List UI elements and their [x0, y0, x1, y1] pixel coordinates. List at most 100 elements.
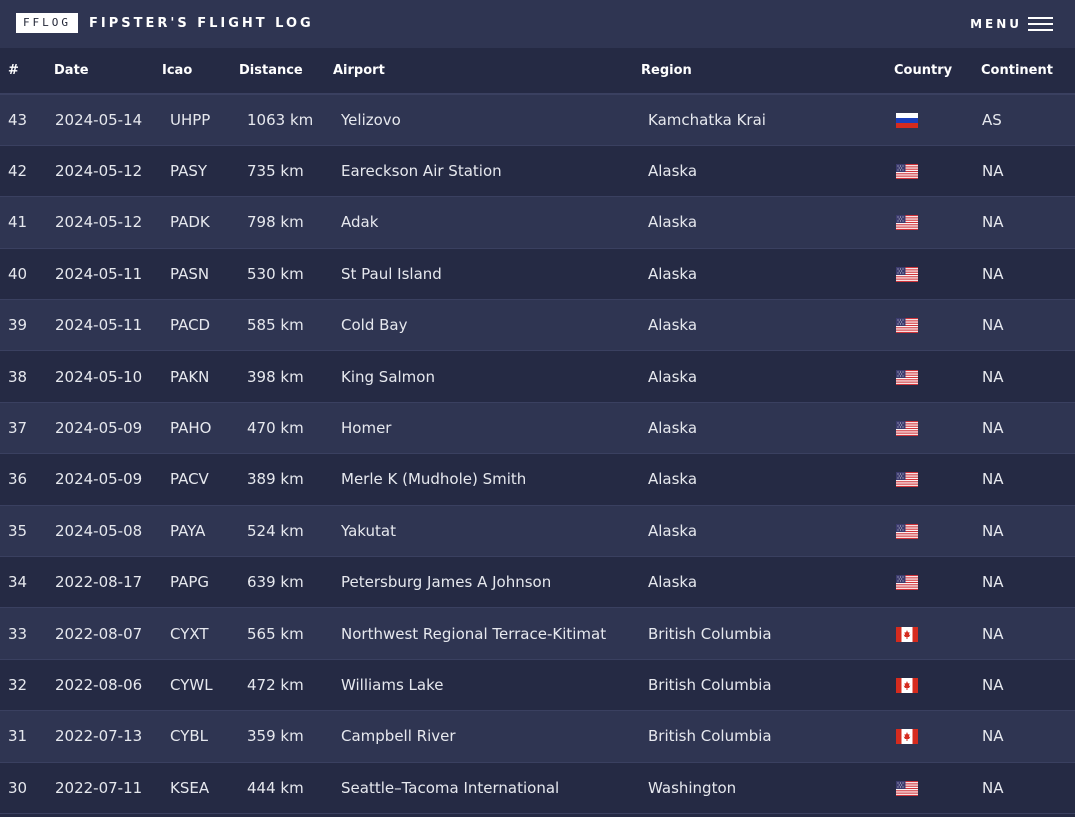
table-row[interactable]: 41 2024-05-12 PADK 798 km Adak Alaska NA: [0, 196, 1075, 249]
cell-num: 35: [0, 505, 47, 558]
table-row[interactable]: 32 2022-08-06 CYWL 472 km Williams Lake Briti…: [0, 659, 1075, 712]
cell-date: 2024-05-11: [47, 248, 162, 301]
cell-region: Kamchatka Krai: [641, 94, 894, 146]
cell-airport: Seattle–Tacoma International: [333, 762, 641, 814]
cell-num: 43: [0, 94, 47, 146]
cell-country: [894, 556, 981, 609]
cell-icao: PACD: [162, 299, 239, 352]
cell-icao: CYBL: [162, 710, 239, 763]
cell-date: 2024-05-11: [47, 299, 162, 352]
header-col-date[interactable]: Date: [47, 48, 162, 95]
cell-distance: 470 km: [239, 402, 333, 455]
cell-airport: Adak: [333, 196, 641, 249]
cell-country: [894, 659, 981, 712]
cell-region: British Columbia: [641, 710, 894, 763]
russia-flag-icon: [896, 112, 918, 128]
cell-icao: CYWL: [162, 659, 239, 712]
cell-distance: 565 km: [239, 607, 333, 660]
usa-flag-icon: [896, 780, 918, 796]
cell-country: [894, 505, 981, 558]
table-row[interactable]: 35 2024-05-08 PAYA 524 km Yakutat Alaska NA: [0, 505, 1075, 558]
usa-flag-icon: [896, 318, 918, 334]
top-navbar: FFLOG FIPSTER'S FLIGHT LOG MENU: [0, 0, 1075, 48]
table-row[interactable]: 34 2022-08-17 PAPG 639 km Petersburg James A…: [0, 556, 1075, 609]
cell-country: [894, 350, 981, 403]
cell-date: 2024-05-09: [47, 402, 162, 455]
cell-region: Alaska: [641, 145, 894, 198]
cell-distance: 798 km: [239, 196, 333, 249]
cell-date: 2022-08-06: [47, 659, 162, 712]
cell-distance: 444 km: [239, 762, 333, 814]
cell-distance: 359 km: [239, 710, 333, 763]
usa-flag-icon: [896, 215, 918, 231]
usa-flag-icon: [896, 369, 918, 385]
cell-airport: Eareckson Air Station: [333, 145, 641, 198]
cell-region: Alaska: [641, 402, 894, 455]
cell-icao: PASN: [162, 248, 239, 301]
table-body: 43 2024-05-14 UHPP 1063 km Yelizovo Kamchatka…: [0, 94, 1075, 814]
cell-continent: NA: [981, 762, 1075, 814]
cell-continent: NA: [981, 710, 1075, 763]
table-row[interactable]: 38 2024-05-10 PAKN 398 km King Salmon Alaska N…: [0, 350, 1075, 403]
header-col-airport[interactable]: Airport: [333, 48, 641, 95]
table-row[interactable]: 39 2024-05-11 PACD 585 km Cold Bay Alaska NA: [0, 299, 1075, 352]
cell-icao: PAYA: [162, 505, 239, 558]
header-col-country[interactable]: Country: [894, 48, 981, 95]
cell-distance: 735 km: [239, 145, 333, 198]
table-row[interactable]: 42 2024-05-12 PASY 735 km Eareckson Air Stat…: [0, 145, 1075, 198]
cell-icao: PASY: [162, 145, 239, 198]
cell-region: Alaska: [641, 556, 894, 609]
cell-icao: PACV: [162, 453, 239, 506]
table-row[interactable]: 36 2024-05-09 PACV 389 km Merle K (Mudhole) …: [0, 453, 1075, 506]
table-row[interactable]: 31 2022-07-13 CYBL 359 km Campbell River Brit…: [0, 710, 1075, 763]
cell-distance: 639 km: [239, 556, 333, 609]
cell-num: 32: [0, 659, 47, 712]
menu-button[interactable]: MENU: [970, 14, 1053, 34]
menu-label: MENU: [970, 17, 1022, 31]
cell-icao: KSEA: [162, 762, 239, 814]
usa-flag-icon: [896, 266, 918, 282]
header-col-num[interactable]: #: [0, 48, 47, 95]
canada-flag-icon: [896, 677, 918, 693]
table-row[interactable]: 33 2022-08-07 CYXT 565 km Northwest Regional…: [0, 607, 1075, 660]
cell-num: 39: [0, 299, 47, 352]
cell-num: 37: [0, 402, 47, 455]
table-header-row: # Date Icao Distance Airport Region Country Con…: [0, 48, 1075, 95]
cell-airport: Homer: [333, 402, 641, 455]
logo[interactable]: FFLOG: [16, 13, 78, 33]
table-row[interactable]: 40 2024-05-11 PASN 530 km St Paul Island Alas…: [0, 248, 1075, 301]
cell-icao: PAHO: [162, 402, 239, 455]
table-row[interactable]: 43 2024-05-14 UHPP 1063 km Yelizovo Kamchatka…: [0, 94, 1075, 146]
cell-icao: CYXT: [162, 607, 239, 660]
table-row[interactable]: 30 2022-07-11 KSEA 444 km Seattle–Tacoma Int…: [0, 762, 1075, 814]
cell-country: [894, 607, 981, 660]
header-col-distance[interactable]: Distance: [239, 48, 333, 95]
usa-flag-icon: [896, 523, 918, 539]
cell-distance: 472 km: [239, 659, 333, 712]
cell-num: 41: [0, 196, 47, 249]
header-col-continent[interactable]: Continent: [981, 48, 1075, 95]
cell-distance: 530 km: [239, 248, 333, 301]
cell-date: 2024-05-09: [47, 453, 162, 506]
cell-region: British Columbia: [641, 659, 894, 712]
table-row[interactable]: 37 2024-05-09 PAHO 470 km Homer Alaska NA: [0, 402, 1075, 455]
cell-distance: 398 km: [239, 350, 333, 403]
cell-num: 36: [0, 453, 47, 506]
cell-icao: PAPG: [162, 556, 239, 609]
cell-country: [894, 710, 981, 763]
header-col-icao[interactable]: Icao: [162, 48, 239, 95]
cell-continent: NA: [981, 299, 1075, 352]
canada-flag-icon: [896, 729, 918, 745]
canada-flag-icon: [896, 626, 918, 642]
cell-date: 2024-05-14: [47, 94, 162, 146]
cell-region: Alaska: [641, 505, 894, 558]
header-col-region[interactable]: Region: [641, 48, 894, 95]
cell-continent: NA: [981, 145, 1075, 198]
cell-num: 34: [0, 556, 47, 609]
cell-date: 2022-08-07: [47, 607, 162, 660]
cell-continent: NA: [981, 505, 1075, 558]
cell-date: 2024-05-12: [47, 145, 162, 198]
site-title[interactable]: FIPSTER'S FLIGHT LOG: [89, 15, 314, 32]
cell-country: [894, 248, 981, 301]
cell-airport: St Paul Island: [333, 248, 641, 301]
